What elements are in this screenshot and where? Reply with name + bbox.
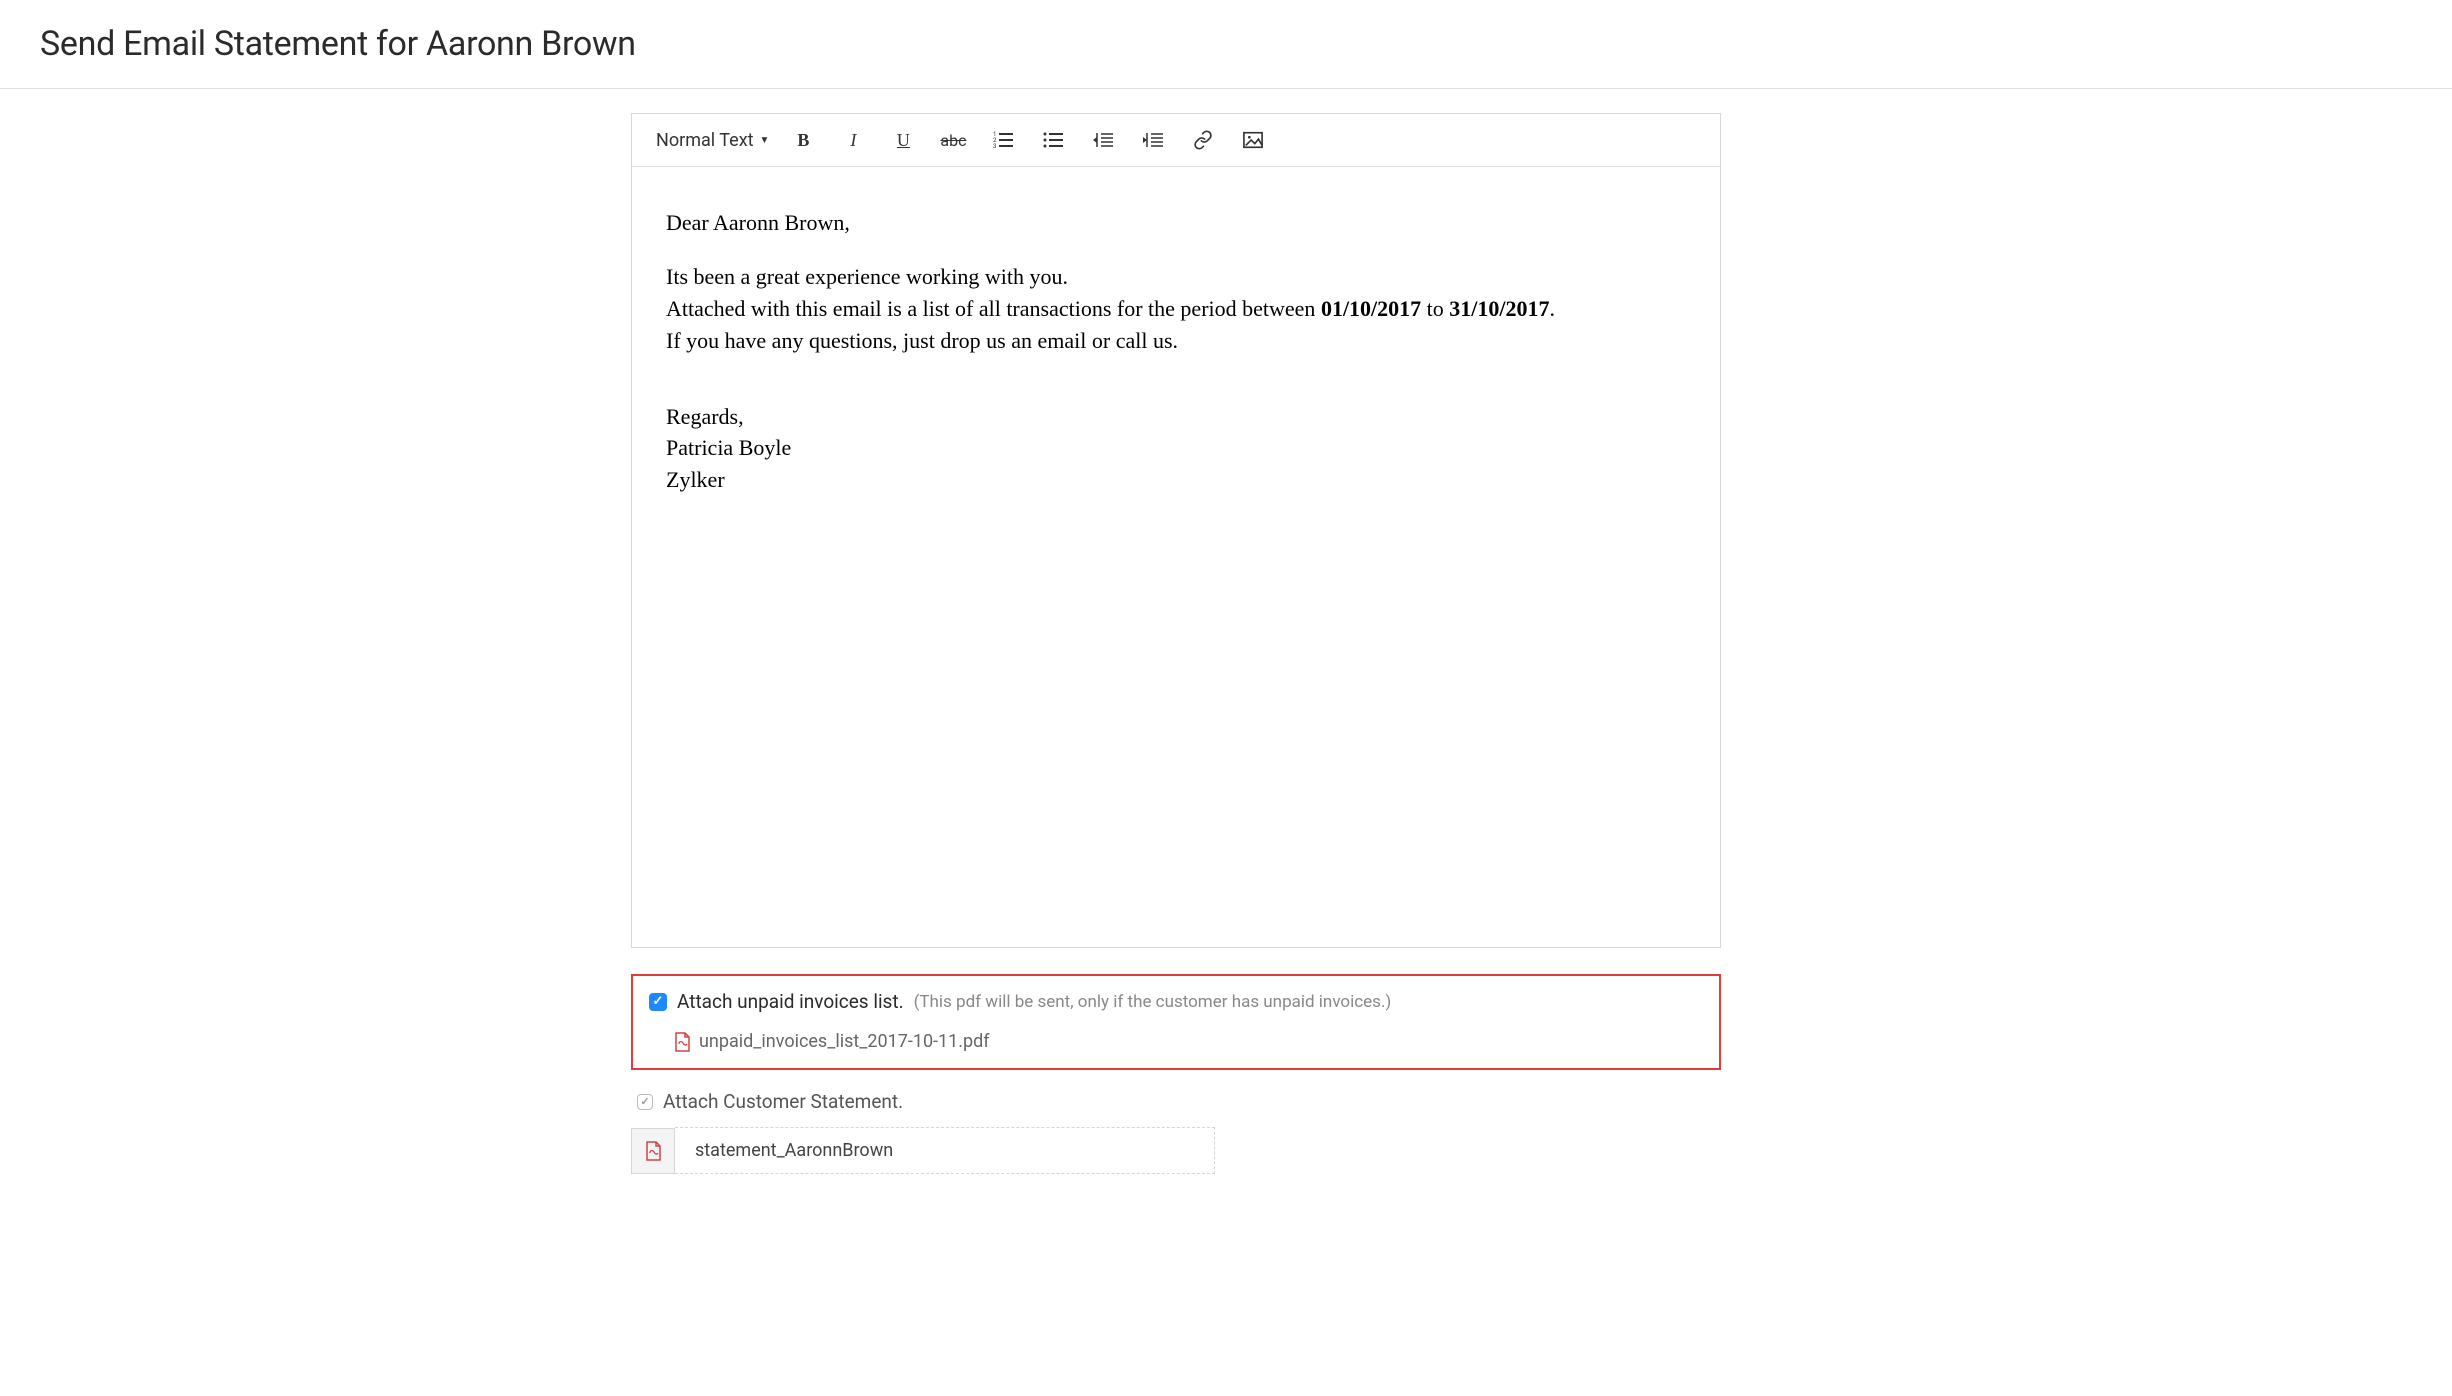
page-header: Send Email Statement for Aaronn Brown xyxy=(0,0,2452,89)
attach-unpaid-checkbox[interactable] xyxy=(649,993,667,1011)
email-line2: Attached with this email is a list of al… xyxy=(666,293,1686,325)
svg-text:3: 3 xyxy=(993,143,996,149)
unordered-list-button[interactable] xyxy=(1037,124,1069,156)
unpaid-file-link[interactable]: unpaid_invoices_list_2017-10-11.pdf xyxy=(673,1031,1703,1052)
image-button[interactable] xyxy=(1237,124,1269,156)
unpaid-file-name: unpaid_invoices_list_2017-10-11.pdf xyxy=(699,1031,990,1052)
strikethrough-button[interactable]: abc xyxy=(937,124,969,156)
underline-button[interactable]: U xyxy=(887,124,919,156)
caret-down-icon: ▼ xyxy=(760,135,770,146)
line2-mid: to xyxy=(1421,296,1449,321)
email-greeting: Dear Aaronn Brown, xyxy=(666,207,1686,239)
ordered-list-icon: 1 2 3 xyxy=(993,131,1013,149)
outdent-button[interactable] xyxy=(1087,124,1119,156)
email-editor: Normal Text ▼ B I U abc 1 2 3 xyxy=(631,113,1721,948)
image-icon xyxy=(1243,131,1263,149)
sender-name: Patricia Boyle xyxy=(666,432,1686,464)
editor-toolbar: Normal Text ▼ B I U abc 1 2 3 xyxy=(632,114,1720,167)
statement-file-name: statement_AaronnBrown xyxy=(675,1127,1215,1174)
indent-icon xyxy=(1143,131,1163,149)
attach-statement-label: Attach Customer Statement. xyxy=(663,1090,903,1113)
attach-unpaid-label: Attach unpaid invoices list. xyxy=(677,990,904,1013)
statement-file-chip[interactable]: statement_AaronnBrown xyxy=(631,1127,1721,1174)
text-style-dropdown[interactable]: Normal Text ▼ xyxy=(656,130,769,151)
unordered-list-icon xyxy=(1043,131,1063,149)
email-line3: If you have any questions, just drop us … xyxy=(666,325,1686,357)
pdf-icon xyxy=(631,1128,675,1174)
ordered-list-button[interactable]: 1 2 3 xyxy=(987,124,1019,156)
attach-unpaid-row: Attach unpaid invoices list. (This pdf w… xyxy=(649,990,1703,1013)
pdf-icon xyxy=(673,1032,691,1052)
unpaid-invoices-highlight: Attach unpaid invoices list. (This pdf w… xyxy=(631,974,1721,1070)
link-icon xyxy=(1193,130,1213,150)
date-to: 31/10/2017 xyxy=(1449,296,1549,321)
attachments-section: Attach unpaid invoices list. (This pdf w… xyxy=(631,974,1721,1174)
line2-suffix: . xyxy=(1550,296,1556,321)
outdent-icon xyxy=(1093,131,1113,149)
attach-statement-checkbox[interactable] xyxy=(637,1094,653,1110)
email-body-editor[interactable]: Dear Aaronn Brown, Its been a great expe… xyxy=(632,167,1720,947)
text-style-label: Normal Text xyxy=(656,130,754,151)
link-button[interactable] xyxy=(1187,124,1219,156)
email-regards: Regards, xyxy=(666,401,1686,433)
bold-button[interactable]: B xyxy=(787,124,819,156)
email-line1: Its been a great experience working with… xyxy=(666,261,1686,293)
sender-company: Zylker xyxy=(666,464,1686,496)
attach-statement-row: Attach Customer Statement. xyxy=(631,1090,1721,1113)
date-from: 01/10/2017 xyxy=(1321,296,1421,321)
attach-unpaid-hint: (This pdf will be sent, only if the cust… xyxy=(914,992,1392,1012)
line2-prefix: Attached with this email is a list of al… xyxy=(666,296,1321,321)
italic-button[interactable]: I xyxy=(837,124,869,156)
page-title: Send Email Statement for Aaronn Brown xyxy=(40,24,2412,64)
indent-button[interactable] xyxy=(1137,124,1169,156)
content-wrapper: Normal Text ▼ B I U abc 1 2 3 xyxy=(321,113,2131,1174)
